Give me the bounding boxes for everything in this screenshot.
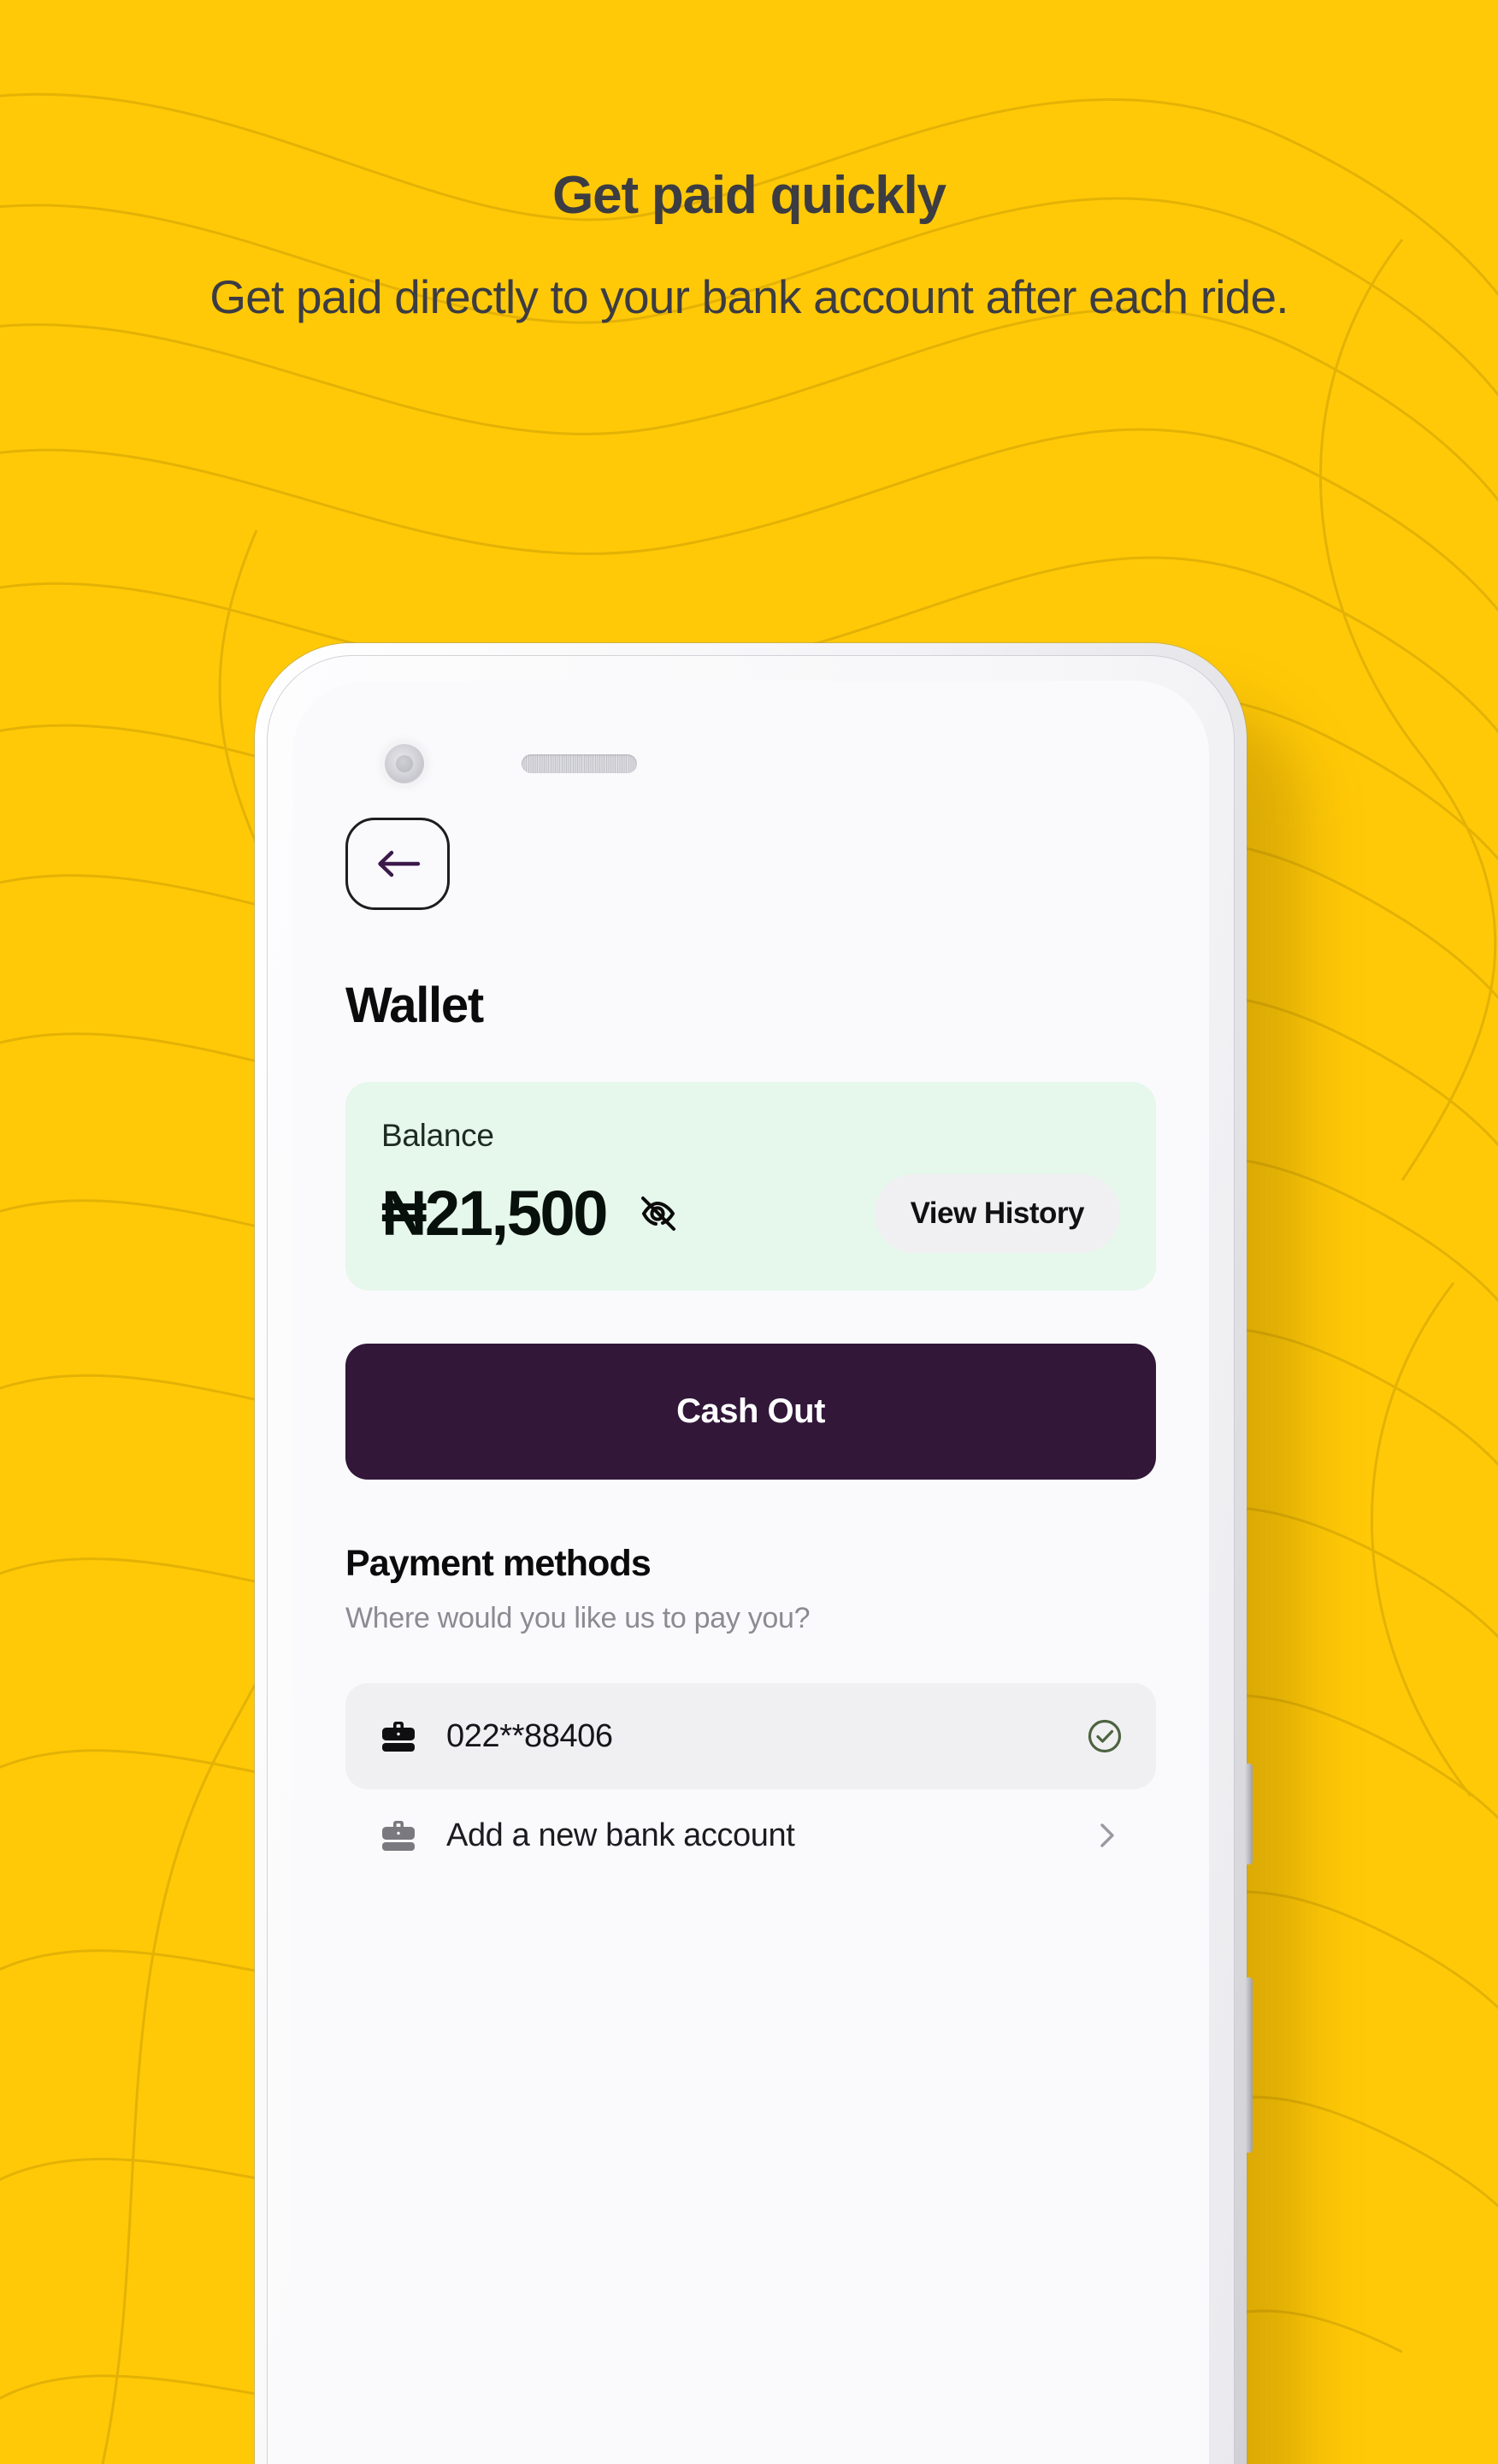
phone-mockup: Wallet Balance ₦21,500 View History Cash… (255, 643, 1253, 2464)
balance-row: ₦21,500 View History (381, 1174, 1120, 1253)
payment-method-list: 022**88406 Add a new bank account (345, 1683, 1156, 1882)
hero-title: Get paid quickly (552, 166, 947, 225)
earpiece-speaker-icon (522, 754, 637, 773)
cash-out-button[interactable]: Cash Out (345, 1344, 1156, 1480)
add-bank-account-row[interactable]: Add a new bank account (345, 1789, 1156, 1882)
eye-off-icon[interactable] (635, 1191, 680, 1236)
phone-screen: Wallet Balance ₦21,500 View History Cash… (292, 681, 1209, 2464)
volume-button[interactable] (1245, 1977, 1253, 2153)
briefcase-icon (378, 1716, 419, 1757)
hero-subtitle: Get paid directly to your bank account a… (209, 270, 1289, 324)
payment-method-label: 022**88406 (446, 1717, 613, 1754)
chevron-right-icon (1089, 1818, 1124, 1852)
payment-methods-title: Payment methods (345, 1543, 652, 1584)
add-bank-account-label: Add a new bank account (446, 1817, 795, 1853)
briefcase-icon (378, 1815, 419, 1856)
page-title: Wallet (345, 978, 484, 1033)
view-history-button[interactable]: View History (874, 1174, 1120, 1253)
balance-amount: ₦21,500 (381, 1178, 608, 1249)
hero-copy: Get paid quickly Get paid directly to yo… (0, 168, 1498, 326)
front-camera-icon (385, 744, 424, 783)
promo-screen: Get paid quickly Get paid directly to yo… (0, 0, 1498, 2464)
phone-bezel: Wallet Balance ₦21,500 View History Cash… (267, 655, 1235, 2464)
back-button[interactable] (345, 818, 450, 910)
power-button[interactable] (1245, 1764, 1253, 1864)
wallet-app: Wallet Balance ₦21,500 View History Cash… (292, 818, 1209, 1882)
balance-label: Balance (381, 1118, 494, 1153)
payment-methods-subtitle: Where would you like us to pay you? (345, 1602, 811, 1634)
arrow-left-icon (374, 847, 422, 881)
check-circle-icon (1086, 1717, 1124, 1755)
payment-method-row[interactable]: 022**88406 (345, 1683, 1156, 1789)
balance-card: Balance ₦21,500 View History (345, 1082, 1156, 1291)
